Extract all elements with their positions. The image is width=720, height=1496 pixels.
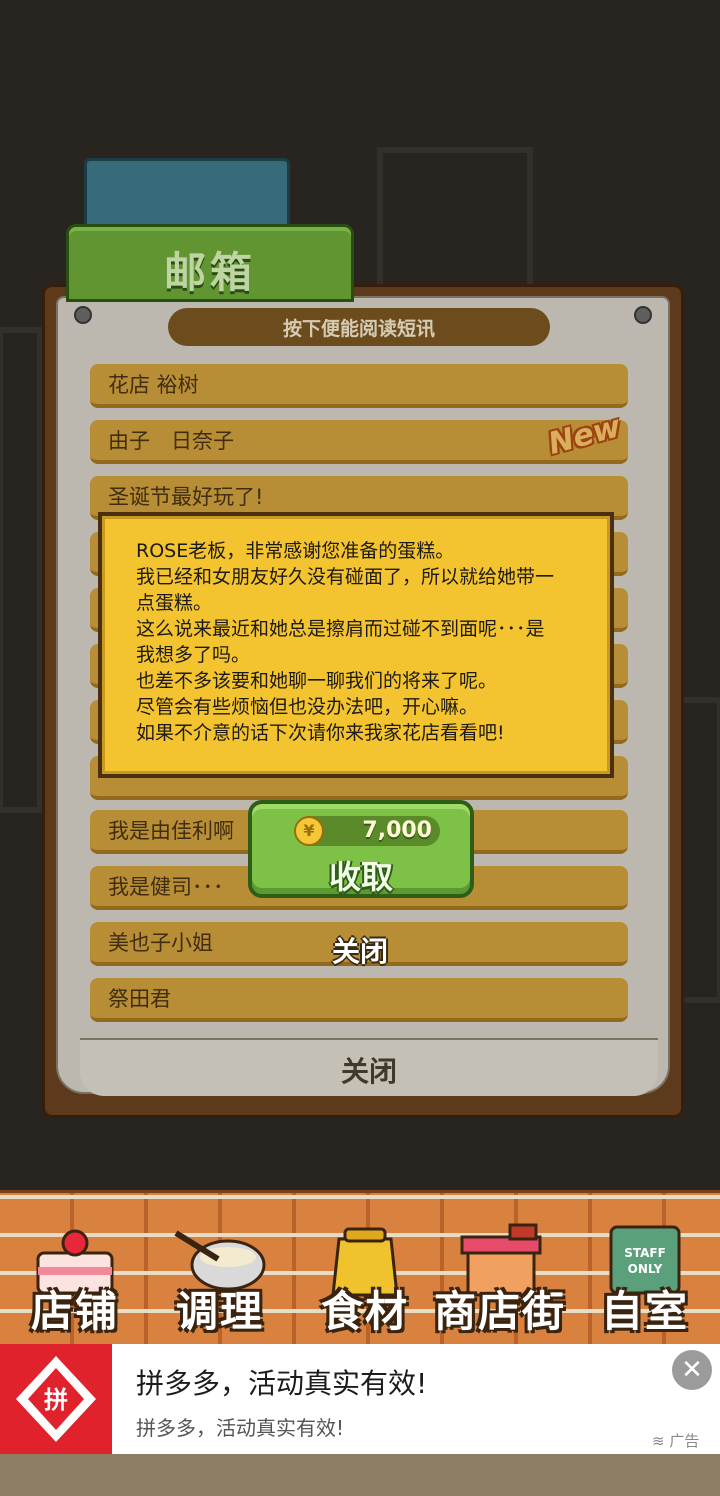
collect-button[interactable]: ¥ 7,000 收取 [248,800,474,898]
message-line: 也差不多该要和她聊一聊我们的将来了呢。 [136,670,498,692]
nav-item-shop[interactable]: 店铺 [10,1193,140,1347]
yen-coin-icon: ¥ [294,816,324,846]
close-icon[interactable]: ✕ [672,1350,712,1390]
bottom-nav: 店铺 调理 食材 商店街 STAFF ONLY 自室 [0,1190,720,1347]
reward-pill: ¥ 7,000 [294,816,440,846]
staff-sign-top: STAFF [624,1246,666,1260]
message-line: 这么说来最近和她总是擦肩而过碰不到面呢･･･是 [136,618,545,640]
nav-item-cooking[interactable]: 调理 [150,1193,290,1347]
message-line: 我想多了吗。 [136,644,251,666]
message-line: 点蛋糕。 [136,592,213,614]
ad-tag: ≋ 广告 [652,1432,700,1450]
ad-title: 拼多多，活动真实有效! [136,1367,428,1400]
message-line: 如果不介意的话下次请你来我家花店看看吧! [136,722,505,744]
message-line: 我已经和女朋友好久没有碰面了，所以就给她带一 [136,566,555,588]
nav-label: 商店街 [433,1287,566,1336]
nav-item-my-room[interactable]: STAFF ONLY 自室 [580,1193,710,1347]
pinduoduo-logo-icon: 拼 [16,1356,96,1442]
message-popup: ROSE老板，非常感谢您准备的蛋糕。 我已经和女朋友好久没有碰面了，所以就给她带… [98,512,614,778]
nav-item-shopping-street[interactable]: 商店街 [430,1193,570,1347]
nav-label: 自室 [600,1287,689,1336]
message-close-button[interactable]: 关闭 [300,930,420,970]
ad-banner[interactable]: 拼 拼多多，活动真实有效! 拼多多，活动真实有效! [0,1344,720,1454]
nav-item-ingredients[interactable]: 食材 [300,1193,430,1347]
message-line: 尽管会有些烦恼但也没办法吧，开心嘛。 [136,696,479,718]
staff-sign-bottom: ONLY [628,1262,663,1276]
nav-label: 店铺 [30,1287,119,1336]
bottom-strip [0,1454,720,1496]
collect-label: 收取 [328,858,393,896]
ad-logo-text: 拼 [44,1386,68,1414]
ad-tag-label: 广告 [669,1432,700,1450]
message-line: ROSE老板，非常感谢您准备的蛋糕。 [136,540,455,562]
ad-subtitle: 拼多多，活动真实有效! [136,1416,345,1440]
reward-amount: 7,000 [362,818,432,843]
nav-label: 调理 [175,1287,264,1336]
nav-label: 食材 [320,1287,409,1336]
ad-logo: 拼 [0,1344,112,1454]
